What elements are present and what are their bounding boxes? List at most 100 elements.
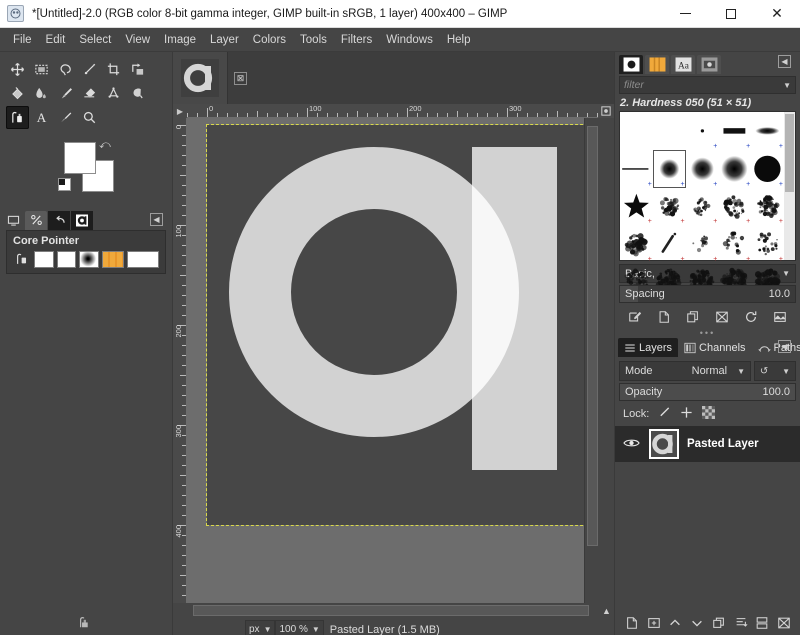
brush-grid-scrollbar-thumb[interactable] <box>785 114 794 192</box>
brush-cell[interactable]: + <box>686 150 719 188</box>
ink-tool[interactable] <box>6 106 29 129</box>
open-brush-as-image-button[interactable] <box>773 310 787 324</box>
close-tab-button[interactable]: ⊠ <box>234 72 247 85</box>
brush-cell[interactable]: + <box>718 225 751 263</box>
brush-cell[interactable]: + <box>751 225 784 263</box>
foreground-color-swatch[interactable] <box>64 142 96 174</box>
images-tab[interactable] <box>25 211 47 230</box>
smudge-tool[interactable] <box>30 82 53 105</box>
brush-cell[interactable]: + <box>686 112 719 150</box>
eye-icon[interactable] <box>623 437 641 452</box>
quick-mask-toggle[interactable] <box>599 118 614 603</box>
unified-transform-tool[interactable] <box>126 58 149 81</box>
brush-grid-scrollbar[interactable] <box>784 112 795 260</box>
device-foreground-color[interactable] <box>34 251 53 268</box>
minimize-button[interactable] <box>662 0 708 28</box>
horizontal-scrollbar-thumb[interactable] <box>193 605 589 616</box>
brush-cell[interactable] <box>620 112 653 150</box>
paths-tool[interactable] <box>78 58 101 81</box>
navigation-icon[interactable] <box>598 104 614 118</box>
ruler-origin-icon[interactable]: ▶ <box>173 104 187 118</box>
brush-cell[interactable]: + <box>653 225 686 263</box>
image-thumbnail-tab[interactable] <box>71 211 93 230</box>
paths-tab[interactable]: Paths <box>752 338 800 357</box>
brush-cell[interactable]: + <box>751 150 784 188</box>
maximize-button[interactable] <box>708 0 754 28</box>
fonts-tab[interactable]: Aa <box>671 55 695 74</box>
patterns-tab[interactable] <box>645 55 669 74</box>
delete-brush-button[interactable] <box>715 310 729 324</box>
paintbrush-tool[interactable] <box>54 82 77 105</box>
reset-colors-icon[interactable] <box>58 178 71 191</box>
device-pattern[interactable] <box>127 251 159 268</box>
duplicate-brush-button[interactable] <box>686 310 700 324</box>
new-layer-group-button[interactable] <box>647 616 661 630</box>
move-tool[interactable] <box>6 58 29 81</box>
menu-layer[interactable]: Layer <box>203 31 246 49</box>
menu-tools[interactable]: Tools <box>293 31 334 49</box>
swap-colors-icon[interactable]: ⤺ <box>99 140 111 152</box>
vertical-scrollbar-thumb[interactable] <box>587 126 598 546</box>
raise-layer-button[interactable] <box>668 616 682 630</box>
canvas-viewport[interactable] <box>187 118 584 603</box>
new-brush-button[interactable] <box>657 310 671 324</box>
new-layer-button[interactable] <box>625 616 639 630</box>
anchor-layer-button[interactable] <box>734 616 748 630</box>
brushes-tab[interactable] <box>619 55 643 74</box>
layers-tab[interactable]: Layers <box>618 338 678 357</box>
image-canvas[interactable] <box>207 125 584 525</box>
dock-menu-icon[interactable]: ◀ <box>150 213 163 226</box>
close-button[interactable]: ✕ <box>754 0 800 28</box>
menu-select[interactable]: Select <box>72 31 118 49</box>
dock-menu-icon[interactable]: ◀ <box>778 55 791 68</box>
channels-tab[interactable]: Channels <box>678 338 751 357</box>
edit-brush-button[interactable] <box>628 310 642 324</box>
menu-edit[interactable]: Edit <box>39 31 73 49</box>
brush-cell[interactable]: + <box>751 112 784 150</box>
brush-cell[interactable]: + <box>653 188 686 226</box>
blur-sharpen-tool[interactable] <box>102 82 125 105</box>
brush-cell[interactable]: + <box>718 150 751 188</box>
text-tool[interactable]: A <box>30 106 53 129</box>
menu-image[interactable]: Image <box>157 31 203 49</box>
opacity-slider[interactable]: Opacity 100.0 <box>619 383 796 401</box>
brush-cell[interactable]: + <box>686 188 719 226</box>
zoom-tool[interactable] <box>78 106 101 129</box>
dock-menu-icon[interactable]: ◀ <box>778 340 791 353</box>
image-tab[interactable] <box>173 52 228 104</box>
color-picker-tool[interactable] <box>54 106 77 129</box>
brush-cell[interactable]: + <box>718 112 751 150</box>
device-brush[interactable] <box>79 251 98 268</box>
unit-selector[interactable]: px ▼ <box>245 620 275 635</box>
brush-cell[interactable]: + <box>620 150 653 188</box>
brush-cell[interactable]: + <box>751 188 784 226</box>
undo-history-tab[interactable] <box>48 211 70 230</box>
device-background-color[interactable] <box>57 251 76 268</box>
dock-separator-handle[interactable]: ••• <box>615 329 800 337</box>
lower-layer-button[interactable] <box>690 616 704 630</box>
free-select-tool[interactable] <box>54 58 77 81</box>
crop-tool[interactable] <box>102 58 125 81</box>
layer-row[interactable]: Pasted Layer <box>615 426 800 462</box>
menu-windows[interactable]: Windows <box>379 31 440 49</box>
navigation-preview-button[interactable]: ▲ <box>599 603 614 618</box>
rectangle-select-tool[interactable] <box>30 58 53 81</box>
device-gradient[interactable] <box>102 251 125 268</box>
brush-cell[interactable]: + <box>620 188 653 226</box>
mode-options-button[interactable]: ↺ ▼ <box>754 361 796 381</box>
lock-position-icon[interactable] <box>680 406 693 422</box>
healing-tool[interactable] <box>126 82 149 105</box>
brush-cell[interactable]: + <box>620 225 653 263</box>
delete-layer-button[interactable] <box>777 616 791 630</box>
menu-help[interactable]: Help <box>440 31 478 49</box>
mode-selector[interactable]: Mode Normal ▼ <box>619 361 751 381</box>
horizontal-ruler[interactable]: 0100200300 <box>187 104 598 118</box>
lock-alpha-icon[interactable] <box>702 406 715 422</box>
spacing-slider[interactable]: Spacing 10.0 <box>619 285 796 303</box>
merge-down-button[interactable] <box>755 616 769 630</box>
document-history-tab[interactable] <box>697 55 721 74</box>
vertical-ruler[interactable]: 0100200300400 <box>173 118 187 603</box>
lock-pixels-icon[interactable] <box>658 406 671 422</box>
duplicate-layer-button[interactable] <box>712 616 726 630</box>
zoom-selector[interactable]: 100 % ▼ <box>275 620 323 635</box>
